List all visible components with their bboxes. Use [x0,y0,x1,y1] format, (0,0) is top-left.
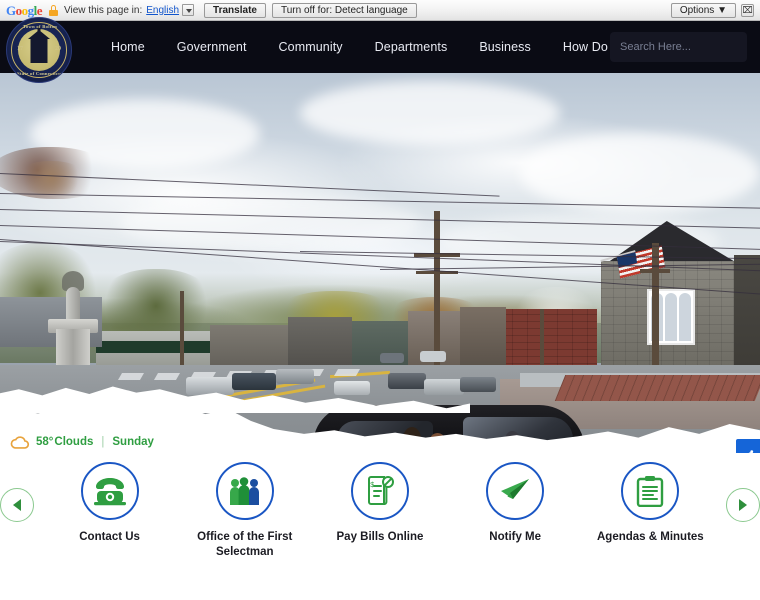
quicklink-agendas-minutes[interactable]: Agendas & Minutes [584,462,716,545]
share-icon [747,449,753,453]
page-root: Google View this page in: English Transl… [0,0,760,600]
quicklink-agendas-minutes-circle [621,462,680,520]
translate-language-link[interactable]: English [146,5,179,16]
seal-bottom-text: State of Connecticut [17,71,63,76]
carousel-next-button[interactable] [726,488,760,522]
clipboard-icon [637,476,664,507]
weather-condition: Clouds [54,436,94,448]
site-logo[interactable]: Town of Bolton State of Connecticut 17 2… [6,17,72,83]
quicklink-first-selectman[interactable]: Office of the First Selectman [179,462,311,560]
paper-plane-icon [501,479,530,499]
weather-widget[interactable]: 58° Clouds | Sunday [0,430,164,454]
quicklink-contact-us-label: Contact Us [79,531,140,543]
quicklink-pay-bills-circle: $ [350,462,409,520]
seal-year-right: 20 [55,46,61,52]
search-input[interactable] [610,32,747,62]
cloud-icon [10,435,30,450]
seal-year-left: 17 [17,46,23,52]
people-group-icon [229,477,259,505]
brick-sidewalk [554,375,760,401]
quicklink-notify-me[interactable]: Notify Me [449,462,581,545]
svg-text:$: $ [370,482,374,489]
quicklink-first-selectman-label: Office of the First Selectman [197,531,293,559]
translate-options-label: Options [679,4,715,16]
hero-banner [0,73,760,453]
weather-day: Sunday [112,436,154,448]
seal-top-text: Town of Bolton [22,24,58,29]
main-navigation: Home Government Community Departments Bu… [95,23,631,71]
site-header: Town of Bolton State of Connecticut 17 2… [0,17,760,83]
quicklink-pay-bills-label: Pay Bills Online [336,531,424,543]
chevron-left-icon [13,499,21,511]
quicklink-first-selectman-circle [215,462,274,520]
close-icon[interactable]: ⌧ [741,3,754,17]
nav-item-home[interactable]: Home [95,23,161,71]
invoice-icon: $ [367,476,394,505]
quicklinks-list: Contact Us Office of the First Selectman [34,462,726,560]
nav-item-departments[interactable]: Departments [359,23,464,71]
nav-item-business[interactable]: Business [463,23,547,71]
quicklink-pay-bills[interactable]: $ Pay Bills Online [314,462,446,545]
quicklinks-carousel: Contact Us Office of the First Selectman [0,462,760,582]
translate-button[interactable]: Translate [204,2,266,18]
translate-options-button[interactable]: Options ▼ [670,2,736,18]
lock-icon [49,4,59,16]
telephone-icon [93,478,126,506]
chevron-down-icon[interactable] [182,4,195,16]
utility-pole [434,211,440,371]
town-seal-icon: Town of Bolton State of Connecticut 17 2… [6,17,72,83]
quicklink-agendas-minutes-label: Agendas & Minutes [596,531,704,543]
google-logo: Google [6,2,43,18]
quicklink-contact-us[interactable]: Contact Us [44,462,176,545]
translate-bar-right: Options ▼ ⌧ [670,2,754,18]
weather-separator: | [101,436,105,448]
carousel-prev-button[interactable] [0,488,34,522]
turn-off-translate-button[interactable]: Turn off for: Detect language [271,2,417,18]
nav-item-community[interactable]: Community [263,23,359,71]
site-search [610,32,747,62]
nav-item-government[interactable]: Government [161,23,263,71]
share-button[interactable] [736,439,760,453]
brick-wall [497,309,597,371]
hero-photo [0,73,760,453]
quicklink-contact-us-circle [80,462,139,520]
quicklink-notify-me-circle [486,462,545,520]
quicklink-notify-me-label: Notify Me [489,531,542,543]
weather-temperature: 58° [36,436,54,448]
translate-prompt: View this page in: [64,4,143,16]
google-translate-bar: Google View this page in: English Transl… [0,0,760,21]
chevron-right-icon [739,499,747,511]
